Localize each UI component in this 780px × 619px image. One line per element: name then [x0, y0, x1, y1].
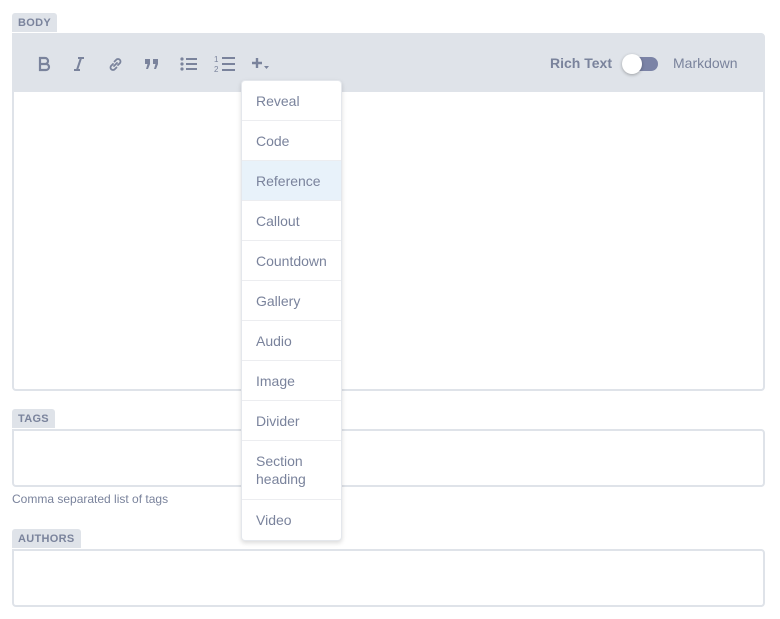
body-field-label: BODY	[12, 13, 57, 32]
plus-dropdown-icon	[252, 58, 269, 69]
menu-item-gallery[interactable]: Gallery	[242, 281, 341, 321]
body-editor[interactable]: 1 2 Rich Text Markdown	[12, 33, 765, 391]
menu-item-video[interactable]: Video	[242, 500, 341, 540]
toggle-knob	[622, 54, 642, 74]
menu-item-countdown[interactable]: Countdown	[242, 241, 341, 281]
markdown-label[interactable]: Markdown	[673, 53, 738, 73]
menu-item-reference[interactable]: Reference	[242, 161, 341, 201]
quote-icon	[145, 59, 158, 69]
editor-toolbar: 1 2 Rich Text Markdown	[14, 35, 763, 92]
editor-mode-toggle[interactable]	[622, 54, 660, 74]
italic-button[interactable]	[65, 51, 93, 77]
bulleted-list-button[interactable]	[175, 51, 203, 77]
menu-item-code[interactable]: Code	[242, 121, 341, 161]
bulleted-list-icon	[180, 57, 197, 71]
menu-item-callout[interactable]: Callout	[242, 201, 341, 241]
menu-item-divider[interactable]: Divider	[242, 401, 341, 441]
authors-field-label: AUTHORS	[12, 529, 81, 548]
add-component-button[interactable]	[247, 51, 275, 77]
tags-input[interactable]	[12, 429, 765, 487]
quote-button[interactable]	[138, 51, 166, 77]
svg-text:1: 1	[214, 55, 219, 64]
link-icon	[109, 57, 121, 71]
rich-text-label[interactable]: Rich Text	[550, 53, 612, 73]
italic-icon	[74, 57, 84, 71]
menu-item-image[interactable]: Image	[242, 361, 341, 401]
numbered-list-icon: 1 2	[214, 55, 235, 73]
svg-text:2: 2	[214, 65, 219, 73]
menu-item-reveal[interactable]: Reveal	[242, 81, 341, 121]
authors-input[interactable]	[12, 549, 765, 607]
link-button[interactable]	[101, 51, 129, 77]
tags-field-label: TAGS	[12, 409, 55, 428]
bold-icon	[38, 56, 51, 72]
menu-item-audio[interactable]: Audio	[242, 321, 341, 361]
insert-component-menu: Reveal Code Reference Callout Countdown …	[241, 80, 342, 541]
menu-item-section-heading[interactable]: Section heading	[242, 441, 341, 500]
numbered-list-button[interactable]: 1 2	[210, 51, 240, 77]
tags-hint: Comma separated list of tags	[12, 492, 169, 506]
bold-button[interactable]	[30, 51, 58, 77]
